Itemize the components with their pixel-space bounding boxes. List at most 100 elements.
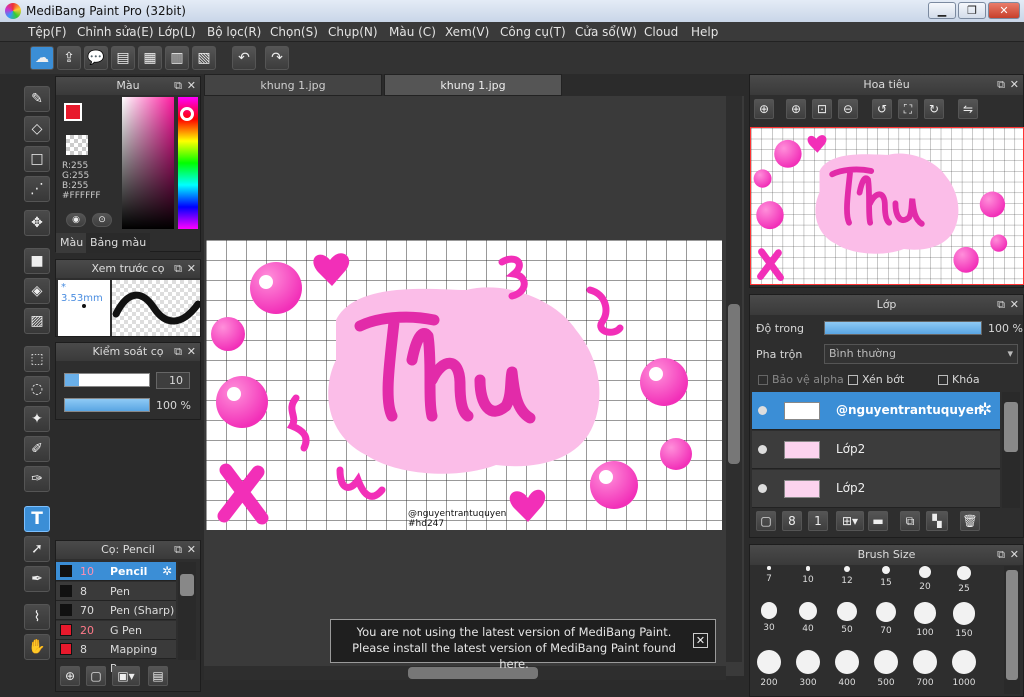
select-eraser-tool-icon[interactable]: ✑: [24, 466, 50, 492]
message-icon[interactable]: ▤: [111, 46, 135, 70]
new-layer-icon[interactable]: ▢: [756, 511, 776, 531]
brush-size-scrollbar[interactable]: [1004, 566, 1020, 694]
layer-scrollbar[interactable]: [1002, 392, 1020, 508]
brush-settings-icon[interactable]: ▤: [148, 666, 168, 686]
zoom-in-2-icon[interactable]: ⊕: [786, 99, 806, 119]
maximize-button[interactable]: ❐: [958, 2, 986, 19]
popout-icon[interactable]: ⧉: [174, 343, 182, 361]
menu-filter[interactable]: Bộ lọc(R): [207, 25, 261, 39]
popout-icon[interactable]: ⧉: [174, 260, 182, 278]
close-icon[interactable]: ✕: [1010, 75, 1019, 95]
brush-size-option[interactable]: 300: [789, 650, 827, 688]
brush-size-option[interactable]: 7: [750, 566, 788, 584]
brush-item-pen-sharp[interactable]: 70 Pen (Sharp): [56, 601, 176, 620]
popout-icon[interactable]: ⧉: [997, 75, 1005, 95]
gradient-tool-icon[interactable]: ▨: [24, 308, 50, 334]
fit-icon[interactable]: ⊡: [812, 99, 832, 119]
navigator-preview[interactable]: [750, 127, 1024, 285]
close-icon[interactable]: ✕: [187, 541, 196, 559]
eye-icon[interactable]: [758, 484, 767, 493]
brush-list-scrollbar[interactable]: [178, 562, 196, 660]
lasso-tool-icon[interactable]: ◌: [24, 376, 50, 402]
doc-tab-1[interactable]: khung 1.jpg: [204, 74, 382, 96]
undo-icon[interactable]: ↶: [232, 46, 256, 70]
rectangle-tool-icon[interactable]: □: [24, 146, 50, 172]
menu-window[interactable]: Cửa sổ(W): [575, 25, 637, 39]
gear-icon[interactable]: ✲: [162, 562, 172, 581]
add-layer-menu-icon[interactable]: ⊞▾: [836, 511, 864, 531]
tab-palette[interactable]: Bảng màu: [86, 233, 151, 253]
select-pen-tool-icon[interactable]: ✐: [24, 436, 50, 462]
brush-size-option[interactable]: 400: [828, 650, 866, 688]
menu-select[interactable]: Chọn(S): [270, 25, 318, 39]
brush-tool-icon[interactable]: ✎: [24, 86, 50, 112]
brush-item-pen[interactable]: 8 Pen: [56, 582, 176, 601]
layer-row-lop2-b[interactable]: Lớp2: [752, 470, 1000, 508]
menu-file[interactable]: Tệp(F): [28, 25, 67, 39]
close-icon[interactable]: ✕: [1010, 295, 1019, 315]
menu-edit[interactable]: Chỉnh sửa(E): [77, 25, 154, 39]
protect-alpha-checkbox[interactable]: Bảo vệ alpha: [758, 373, 844, 386]
new-brush-icon[interactable]: ▢: [86, 666, 106, 686]
brush-size-option[interactable]: 40: [789, 602, 827, 634]
zoom-out-icon[interactable]: ⊖: [838, 99, 858, 119]
layer-row-watermark[interactable]: @nguyentrantuquyen ✲: [752, 392, 1000, 430]
close-icon[interactable]: ✕: [693, 633, 708, 648]
eye-icon[interactable]: [758, 406, 767, 415]
menu-help[interactable]: Help: [691, 25, 718, 39]
brush-menu-icon[interactable]: ▣▾: [112, 666, 140, 686]
flip-icon[interactable]: ⇋: [958, 99, 978, 119]
tab-color[interactable]: Màu: [56, 233, 88, 253]
doc-tab-2[interactable]: khung 1.jpg: [384, 74, 562, 96]
clipping-checkbox[interactable]: Xén bớt: [848, 373, 904, 386]
drawing-canvas[interactable]: @nguyentrantuquyen #hd247: [206, 240, 722, 530]
brush-size-option[interactable]: 500: [867, 650, 905, 688]
menu-color[interactable]: Màu (C): [389, 25, 436, 39]
popout-icon[interactable]: ⧉: [997, 295, 1005, 315]
transparent-color-swatch[interactable]: [66, 135, 88, 155]
redo-icon[interactable]: ↷: [265, 46, 289, 70]
fill-rect-tool-icon[interactable]: ■: [24, 248, 50, 274]
opacity-slider[interactable]: [64, 398, 150, 412]
grid-document-icon[interactable]: ▥: [165, 46, 189, 70]
trash-icon[interactable]: 🗑: [960, 511, 980, 531]
pen-divide-tool-icon[interactable]: ✒: [24, 566, 50, 592]
operation-tool-icon[interactable]: ➚: [24, 536, 50, 562]
brush-size-option[interactable]: 150: [945, 602, 983, 639]
magic-wand-tool-icon[interactable]: ✦: [24, 406, 50, 432]
brush-size-option[interactable]: 20: [906, 566, 944, 592]
close-button[interactable]: ✕: [988, 2, 1020, 19]
gear-icon[interactable]: ✲: [978, 400, 992, 420]
brush-size-option[interactable]: 70: [867, 602, 905, 636]
layer-row-lop2-a[interactable]: Lớp2: [752, 431, 1000, 469]
layer-opacity-slider[interactable]: [824, 321, 982, 335]
text-tool-icon[interactable]: T: [24, 506, 50, 532]
duplicate-layer-icon[interactable]: ⧉: [900, 511, 920, 531]
brush-size-option[interactable]: 12: [828, 566, 866, 586]
eraser-tool-icon[interactable]: ◇: [24, 116, 50, 142]
move-tool-icon[interactable]: ✥: [24, 210, 50, 236]
rotate-right-icon[interactable]: ↻: [924, 99, 944, 119]
eye-icon[interactable]: [758, 445, 767, 454]
eyedropper-tool-icon[interactable]: ⌇: [24, 604, 50, 630]
palette-icon[interactable]: ◉: [66, 213, 86, 227]
dot-brush-tool-icon[interactable]: ⋰: [24, 176, 50, 202]
add-brush-icon[interactable]: ⊕: [60, 666, 80, 686]
popout-icon[interactable]: ⧉: [174, 541, 182, 559]
brush-item-mapping-pen[interactable]: 8Mapping Pen: [56, 640, 176, 675]
menu-tools[interactable]: Công cụ(T): [500, 25, 566, 39]
bucket-tool-icon[interactable]: ◈: [24, 278, 50, 304]
share-icon[interactable]: ⇪: [57, 46, 81, 70]
canvas-area[interactable]: @nguyentrantuquyen #hd247 You are not us…: [204, 96, 744, 680]
layer-menu-icon[interactable]: ▚: [926, 511, 948, 531]
document-icon[interactable]: ▦: [138, 46, 162, 70]
close-icon[interactable]: ✕: [187, 260, 196, 278]
brush-item-pencil[interactable]: 10 Pencil ✲: [56, 562, 176, 581]
close-icon[interactable]: ✕: [187, 343, 196, 361]
page-icon[interactable]: ▧: [192, 46, 216, 70]
vertical-scrollbar[interactable]: [726, 96, 742, 662]
size-value[interactable]: 10: [156, 372, 190, 389]
menu-view[interactable]: Xem(V): [445, 25, 489, 39]
hue-handle[interactable]: [180, 107, 194, 121]
brush-size-option[interactable]: 10: [789, 566, 827, 585]
